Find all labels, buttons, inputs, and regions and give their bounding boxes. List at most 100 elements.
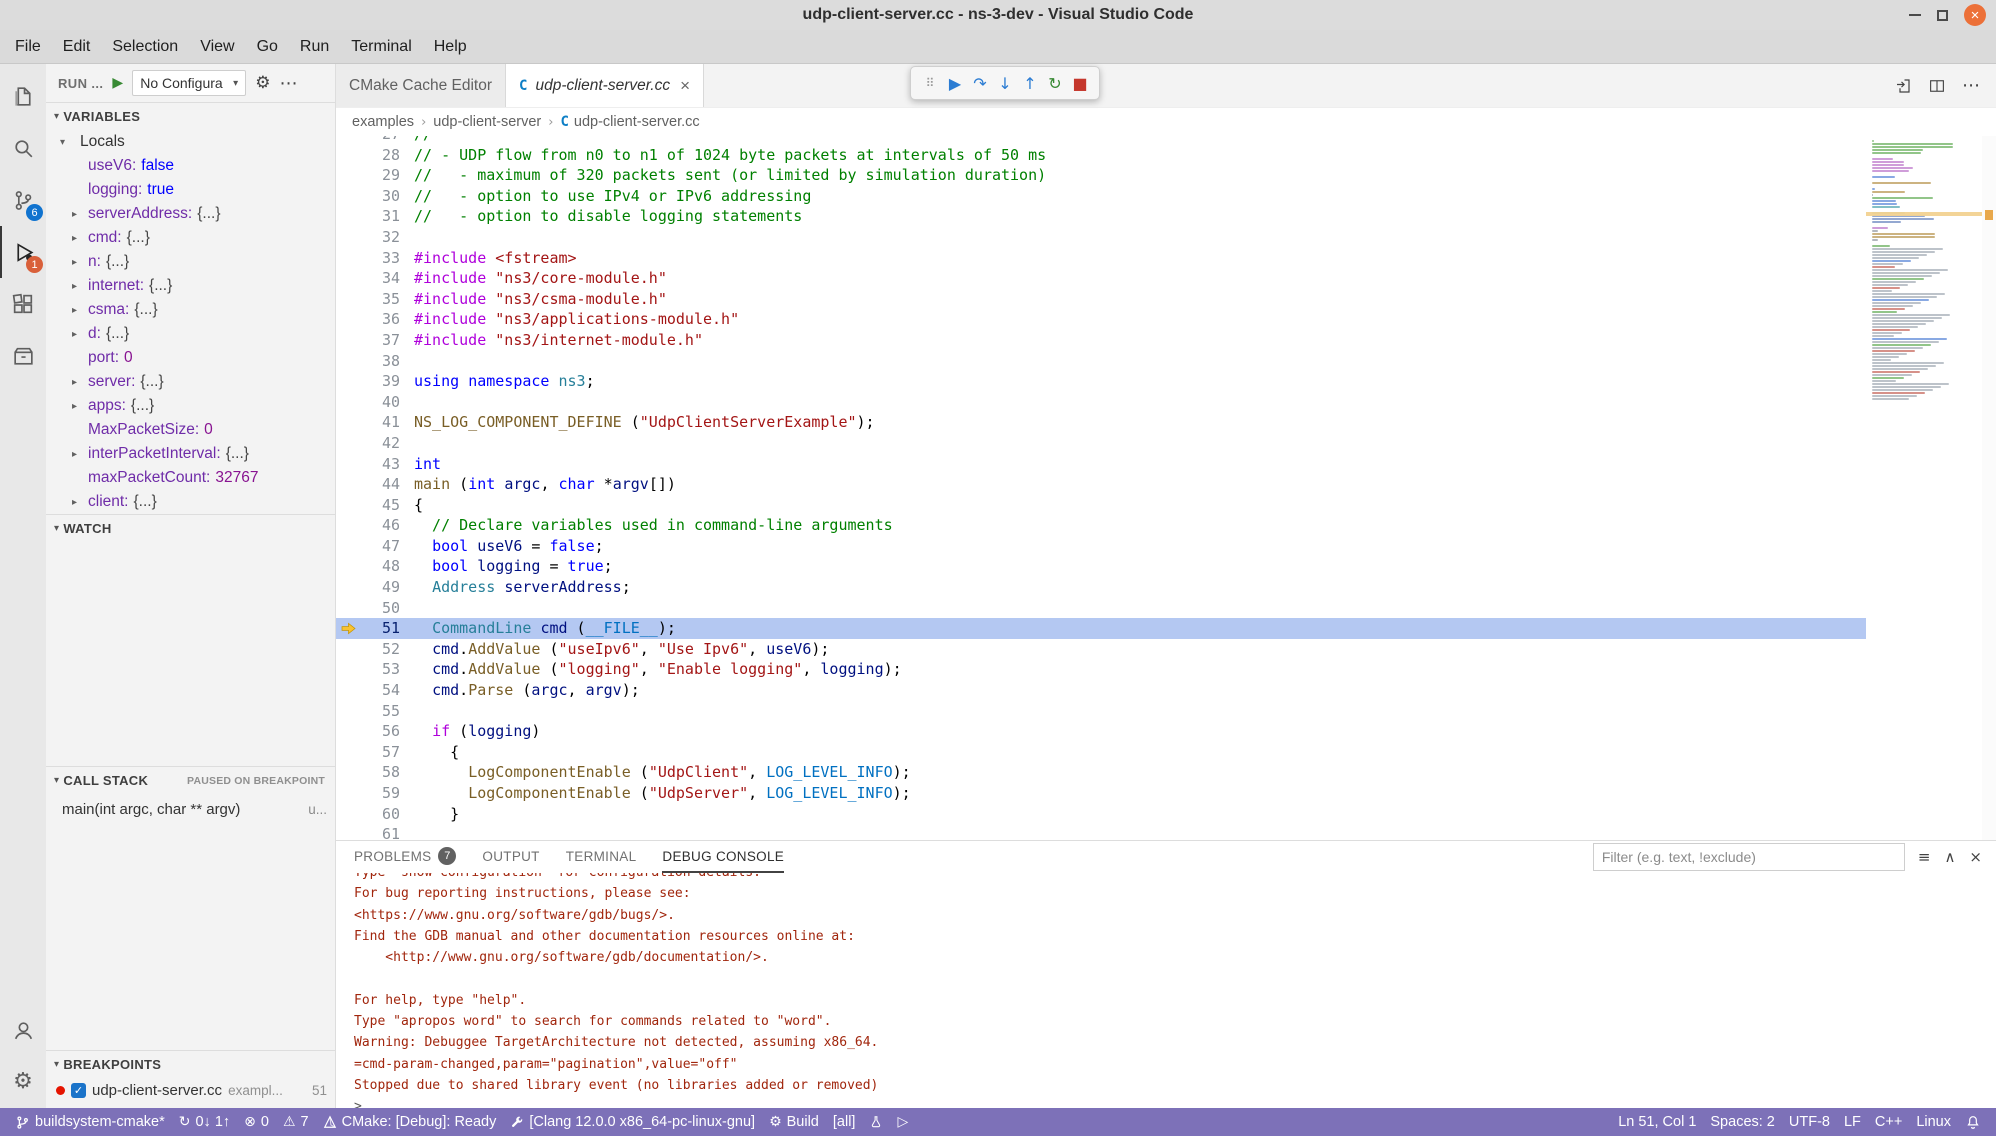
test-explorer-icon[interactable] — [0, 330, 46, 382]
breakpoint-margin[interactable] — [336, 206, 360, 227]
code-line[interactable]: 27// — [336, 136, 1866, 145]
breakpoint-margin[interactable] — [336, 598, 360, 619]
code-line[interactable]: 54 cmd.Parse (argc, argv); — [336, 680, 1866, 701]
tab-cmake-cache-editor[interactable]: CMake Cache Editor — [336, 64, 506, 107]
variable-row[interactable]: ▸n:{...} — [46, 250, 335, 274]
code-editor[interactable]: 27//28// - UDP flow from n0 to n1 of 102… — [336, 136, 1866, 840]
cmake-launch[interactable]: ▷ — [890, 1108, 915, 1136]
code-line[interactable]: 34#include "ns3/core-module.h" — [336, 268, 1866, 289]
variable-row[interactable]: ▸cmd:{...} — [46, 226, 335, 250]
breakpoint-margin[interactable] — [336, 454, 360, 475]
extensions-icon[interactable] — [0, 278, 46, 330]
code-line[interactable]: 45{ — [336, 495, 1866, 516]
code-line[interactable]: 61 — [336, 824, 1866, 840]
variable-row[interactable]: ▸server:{...} — [46, 370, 335, 394]
code-line[interactable]: 60 } — [336, 804, 1866, 825]
breakpoint-margin[interactable] — [336, 804, 360, 825]
panel-tab-problems[interactable]: PROBLEMS7 — [354, 841, 456, 873]
code-line[interactable]: 39using namespace ns3; — [336, 371, 1866, 392]
code-line[interactable]: 42 — [336, 433, 1866, 454]
problems-errors[interactable]: ⊗0 — [237, 1108, 276, 1136]
code-line[interactable]: 48 bool logging = true; — [336, 556, 1866, 577]
code-line[interactable]: 30// - option to use IPv4 or IPv6 addres… — [336, 186, 1866, 207]
breakpoint-margin[interactable] — [336, 639, 360, 660]
cmake-build[interactable]: ⚙Build — [762, 1108, 826, 1136]
code-line[interactable]: 32 — [336, 227, 1866, 248]
variable-row[interactable]: ▸interPacketInterval:{...} — [46, 442, 335, 466]
menu-item-edit[interactable]: Edit — [52, 30, 102, 63]
variable-row[interactable]: port:0 — [46, 346, 335, 370]
views-more-actions-icon[interactable] — [279, 73, 297, 94]
breakpoint-row[interactable]: udp-client-server.ccexampl...51 — [46, 1078, 335, 1102]
platform[interactable]: Linux — [1909, 1108, 1958, 1136]
breakpoint-margin[interactable] — [336, 165, 360, 186]
breakpoint-margin[interactable] — [336, 136, 360, 145]
breakpoint-margin[interactable] — [336, 680, 360, 701]
breakpoint-margin[interactable] — [336, 412, 360, 433]
encoding[interactable]: UTF-8 — [1782, 1108, 1837, 1136]
split-editor-icon[interactable] — [1928, 77, 1946, 95]
git-branch[interactable]: buildsystem-cmake* — [8, 1108, 172, 1136]
console-filter-input[interactable] — [1593, 843, 1905, 871]
cmake-kit[interactable]: [Clang 12.0.0 x86_64-pc-linux-gnu] — [503, 1108, 762, 1136]
breadcrumb-item-examples[interactable]: examples — [352, 114, 414, 130]
breakpoint-margin[interactable] — [336, 742, 360, 763]
menu-item-run[interactable]: Run — [289, 30, 340, 63]
cmake-target[interactable]: [all] — [826, 1108, 863, 1136]
maximize-panel-icon[interactable]: ∧ — [1944, 848, 1955, 866]
step-over-icon[interactable]: ↷ — [969, 71, 991, 95]
code-line[interactable]: 49 Address serverAddress; — [336, 577, 1866, 598]
code-line[interactable]: 51 CommandLine cmd (__FILE__); — [336, 618, 1866, 639]
breakpoints-section-header[interactable]: BREAKPOINTS — [46, 1051, 335, 1078]
notifications[interactable] — [1958, 1108, 1988, 1136]
code-line[interactable]: 50 — [336, 598, 1866, 619]
variable-row[interactable]: ▸d:{...} — [46, 322, 335, 346]
code-line[interactable]: 31// - option to disable logging stateme… — [336, 206, 1866, 227]
variables-section-header[interactable]: VARIABLES — [46, 103, 335, 130]
breakpoint-margin[interactable] — [336, 145, 360, 166]
restart-icon[interactable]: ↻ — [1044, 71, 1066, 95]
breakpoint-margin[interactable] — [336, 495, 360, 516]
code-line[interactable]: 28// - UDP flow from n0 to n1 of 1024 by… — [336, 145, 1866, 166]
breakpoint-margin[interactable] — [336, 556, 360, 577]
variable-row[interactable]: logging:true — [46, 178, 335, 202]
settings-gear-icon[interactable]: ⚙ — [0, 1056, 46, 1108]
variable-row[interactable]: ▸csma:{...} — [46, 298, 335, 322]
sync-changes[interactable]: ↻0↓ 1↑ — [172, 1108, 237, 1136]
console-prompt[interactable]: > — [354, 1096, 1996, 1108]
variable-row[interactable]: MaxPacketSize:0 — [46, 418, 335, 442]
breakpoint-margin[interactable] — [336, 577, 360, 598]
code-line[interactable]: 33#include <fstream> — [336, 248, 1866, 269]
cmake-status[interactable]: CMake: [Debug]: Ready — [316, 1108, 504, 1136]
explorer-icon[interactable] — [0, 70, 46, 122]
breakpoint-margin[interactable] — [336, 783, 360, 804]
code-line[interactable]: 59 LogComponentEnable ("UdpServer", LOG_… — [336, 783, 1866, 804]
minimap[interactable] — [1866, 136, 1982, 840]
run-and-debug-icon[interactable]: 1 — [0, 226, 46, 278]
code-line[interactable]: 41NS_LOG_COMPONENT_DEFINE ("UdpClientSer… — [336, 412, 1866, 433]
minimize-button[interactable] — [1909, 14, 1921, 16]
panel-tab-debug-console[interactable]: DEBUG CONSOLE — [662, 841, 784, 873]
code-line[interactable]: 58 LogComponentEnable ("UdpClient", LOG_… — [336, 762, 1866, 783]
close-button[interactable] — [1964, 4, 1986, 26]
code-line[interactable]: 55 — [336, 701, 1866, 722]
eol[interactable]: LF — [1837, 1108, 1868, 1136]
panel-tab-output[interactable]: OUTPUT — [482, 841, 539, 873]
breakpoint-margin[interactable] — [336, 351, 360, 372]
breakpoint-margin[interactable] — [336, 659, 360, 680]
code-line[interactable]: 40 — [336, 392, 1866, 413]
stop-icon[interactable]: ■ — [1069, 71, 1091, 95]
current-line-arrow-icon[interactable] — [336, 618, 360, 639]
breakpoint-margin[interactable] — [336, 701, 360, 722]
variable-row[interactable]: ▸internet:{...} — [46, 274, 335, 298]
breakpoint-checkbox[interactable] — [71, 1083, 86, 1098]
search-icon[interactable] — [0, 122, 46, 174]
watch-section-header[interactable]: WATCH — [46, 515, 335, 542]
breakpoint-margin[interactable] — [336, 309, 360, 330]
code-line[interactable]: 53 cmd.AddValue ("logging", "Enable logg… — [336, 659, 1866, 680]
variable-row[interactable]: ▸client:{...} — [46, 490, 335, 514]
configure-gear-icon[interactable] — [255, 73, 270, 93]
problems-warnings[interactable]: ⚠7 — [276, 1108, 316, 1136]
close-tab-icon[interactable]: × — [680, 76, 690, 96]
cursor-position[interactable]: Ln 51, Col 1 — [1611, 1108, 1703, 1136]
